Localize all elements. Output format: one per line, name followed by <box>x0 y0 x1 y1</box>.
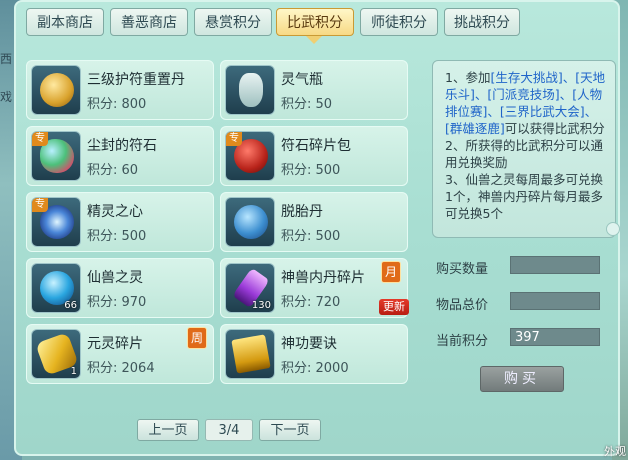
shop-item[interactable]: 1 元灵碎片 积分: 2064 周 <box>26 324 214 384</box>
shop-item[interactable]: 专 精灵之心 积分: 500 <box>26 192 214 252</box>
info-link[interactable]: [三界比武大会] <box>500 104 585 119</box>
spirit-heart-icon: 专 <box>31 197 81 247</box>
exclusive-tag: 专 <box>32 198 48 212</box>
info-description: 1、参加[生存大挑战]、[天地乐斗]、[门派竞技场]、[人物排位赛]、[三界比武… <box>432 60 616 238</box>
item-name: 神功要诀 <box>281 336 337 352</box>
total-price-row: 物品总价 <box>436 292 616 313</box>
active-tab-arrow <box>306 36 322 44</box>
shop-item[interactable]: 专 符石碎片包 积分: 500 <box>220 126 408 186</box>
buy-quantity-row: 购买数量 <box>436 256 616 277</box>
item-price: 积分: 500 <box>87 229 147 244</box>
info-separator: 、 <box>584 104 598 119</box>
item-name: 尘封的符石 <box>87 138 157 154</box>
yuanling-fragment-icon: 1 <box>31 329 81 379</box>
info-separator: 、 <box>559 87 573 102</box>
item-name: 仙兽之灵 <box>87 270 143 286</box>
item-price: 积分: 50 <box>281 97 333 112</box>
current-points-value: 397 <box>510 328 600 346</box>
buy-button[interactable]: 购买 <box>480 366 564 392</box>
total-price-value <box>510 292 600 310</box>
rune-fragment-bag-icon: 专 <box>225 131 275 181</box>
shop-item[interactable]: 66 仙兽之灵 积分: 970 <box>26 258 214 318</box>
shop-item[interactable]: 三级护符重置丹 积分: 800 <box>26 60 214 120</box>
info-link[interactable]: [门派竞技场] <box>487 87 559 102</box>
beast-core-fragment-icon: 130 <box>225 263 275 313</box>
info-text: 可以获得比武积分 <box>504 121 605 136</box>
tab-karma-shop[interactable]: 善恶商店 <box>110 8 188 36</box>
item-name: 神兽内丹碎片 <box>281 270 365 286</box>
beast-soul-orb-icon: 66 <box>31 263 81 313</box>
item-price: 积分: 970 <box>87 295 147 310</box>
prev-page-button[interactable]: 上一页 <box>137 419 199 441</box>
exclusive-tag: 专 <box>32 132 48 146</box>
item-price: 积分: 2064 <box>87 361 155 376</box>
page-indicator: 3/4 <box>205 419 253 441</box>
item-name: 符石碎片包 <box>281 138 351 154</box>
buy-quantity-label: 购买数量 <box>436 262 489 277</box>
tab-challenge-points[interactable]: 挑战积分 <box>444 8 520 36</box>
tab-mentor-points[interactable]: 师徒积分 <box>360 8 438 36</box>
item-price: 积分: 720 <box>281 295 341 310</box>
rebirth-pill-icon <box>225 197 275 247</box>
info-text: 1、参加 <box>445 70 491 85</box>
updated-badge: 更新 <box>379 299 409 315</box>
next-page-button[interactable]: 下一页 <box>259 419 321 441</box>
info-text: 3、仙兽之灵每周最多可兑换1个，神兽内丹碎片每月最多可兑换5个 <box>445 172 603 221</box>
item-quantity: 1 <box>70 366 77 377</box>
item-price: 积分: 60 <box>87 163 139 178</box>
amulet-pill-icon <box>31 65 81 115</box>
item-price: 积分: 500 <box>281 163 341 178</box>
monthly-limit-badge: 月 <box>381 261 401 283</box>
current-points-row: 当前积分 397 <box>436 328 616 349</box>
item-price: 积分: 800 <box>87 97 147 112</box>
item-name: 三级护符重置丹 <box>87 72 185 88</box>
item-name: 精灵之心 <box>87 204 143 220</box>
current-points-label: 当前积分 <box>436 334 489 349</box>
tab-bounty-points[interactable]: 悬赏积分 <box>194 8 272 36</box>
info-scroll-knob-icon[interactable] <box>606 222 620 236</box>
spirit-vase-icon <box>225 65 275 115</box>
sealed-rune-stone-icon: 专 <box>31 131 81 181</box>
exclusive-tag: 专 <box>226 132 242 146</box>
item-name: 元灵碎片 <box>87 336 143 352</box>
shop-item[interactable]: 神功要诀 积分: 2000 <box>220 324 408 384</box>
appearance-shortcut-icon[interactable]: 外观 <box>598 396 628 460</box>
total-price-label: 物品总价 <box>436 298 489 313</box>
tab-duel-points[interactable]: 比武积分 <box>276 8 354 36</box>
appearance-shortcut-label: 外观 <box>604 445 626 458</box>
left-edge-char: 戏 <box>0 90 13 104</box>
info-text: 2、所获得的比武积分可以通用兑换奖励 <box>445 138 603 170</box>
item-quantity: 130 <box>251 300 271 311</box>
info-link[interactable]: [群雄逐鹿] <box>445 121 505 136</box>
info-separator: 、 <box>474 87 488 102</box>
shop-item[interactable]: 灵气瓶 积分: 50 <box>220 60 408 120</box>
item-name: 灵气瓶 <box>281 72 323 88</box>
shop-item[interactable]: 专 尘封的符石 积分: 60 <box>26 126 214 186</box>
weekly-limit-badge: 周 <box>187 327 207 349</box>
item-price: 积分: 500 <box>281 229 341 244</box>
item-price: 积分: 2000 <box>281 361 349 376</box>
info-separator: 、 <box>487 104 500 119</box>
left-edge-char: 西 <box>0 52 13 66</box>
skill-book-icon <box>225 329 275 379</box>
shop-item[interactable]: 脱胎丹 积分: 500 <box>220 192 408 252</box>
tab-dungeon-shop[interactable]: 副本商店 <box>26 8 104 36</box>
shop-item[interactable]: 130 神兽内丹碎片 积分: 720 月 更新 <box>220 258 409 318</box>
item-quantity: 66 <box>64 300 77 311</box>
item-name: 脱胎丹 <box>281 204 323 220</box>
info-separator: 、 <box>562 70 576 85</box>
info-link[interactable]: [生存大挑战] <box>490 70 562 85</box>
buy-quantity-input[interactable] <box>510 256 600 274</box>
